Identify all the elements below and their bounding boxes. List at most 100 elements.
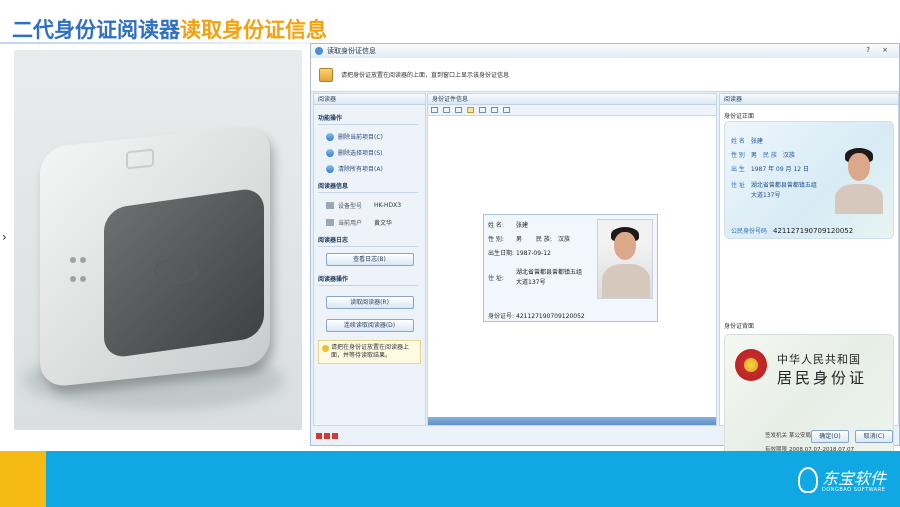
card-ethnicity: 汉族	[557, 236, 570, 243]
national-emblem-icon	[735, 349, 767, 381]
card-birth-label: 出生日期:	[488, 250, 515, 257]
card-address-line1: 湖北省曾都县曾都镇五组	[516, 269, 583, 276]
view-icon-2[interactable]	[443, 107, 450, 113]
clear-all-link[interactable]: 清除所有项目(A)	[326, 164, 425, 173]
card-name-row: 姓 名: 张建	[488, 220, 528, 229]
rfid-symbol-icon	[154, 258, 198, 284]
card-id-number: 421127190709120052	[516, 313, 585, 320]
view-icon-active[interactable]	[467, 107, 474, 113]
front-birth-row: 出 生 1987 年 09 月 12 日	[731, 164, 809, 173]
device-id-label: 设备型号	[338, 203, 363, 210]
front-address-line1: 湖北省曾都县曾都镇五组	[750, 182, 817, 189]
card-address-row: 住 址:	[488, 273, 516, 282]
front-ethnicity: 汉族	[782, 152, 795, 159]
function-section-heading: 功能操作	[318, 113, 418, 125]
front-name-key: 姓 名	[731, 138, 745, 145]
card-address-line2: 大道137号	[516, 279, 546, 286]
front-name-row: 姓 名张建	[731, 136, 763, 145]
front-ethnicity-key: 民 族	[762, 152, 777, 159]
brand-english: DONGBAO SOFTWARE	[822, 487, 886, 493]
delete-selected-label: 删除选择项目(S)	[338, 150, 383, 157]
window-titlebar: 读取身份证信息 ? ×	[311, 44, 899, 58]
window-title: 读取身份证信息	[327, 47, 376, 55]
front-gender-key: 性 别	[731, 152, 745, 159]
front-address-key: 住 址	[731, 182, 745, 189]
card-photo	[597, 219, 653, 299]
view-icon-7[interactable]	[503, 107, 510, 113]
front-label: 身份证正面	[724, 113, 755, 120]
back-label: 身份证背面	[724, 323, 755, 330]
app-icon	[315, 47, 323, 55]
current-user-label: 当前用户	[338, 220, 363, 227]
status-indicators	[316, 433, 338, 439]
device-id-value: HK-HDX3	[374, 202, 402, 209]
tip-box: 请把在身份证放置在阅读器上面，并等待读取结果。	[318, 340, 421, 364]
id-card-front: 姓 名张建 性 别男民 族汉族 出 生 1987 年 09 月 12 日 住 址湖…	[724, 121, 894, 239]
id-info-card[interactable]: 姓 名: 张建 性 别: 男民 族: 汉族 出生日期: 1987-09-12 住 址: …	[483, 214, 658, 322]
view-icon-6[interactable]	[491, 107, 498, 113]
middle-panel-header: 身份证件信息	[428, 94, 716, 105]
device-logo	[126, 148, 154, 170]
view-icon-5[interactable]	[479, 107, 486, 113]
reader-info-heading: 阅读器信息	[318, 181, 418, 193]
front-photo	[833, 142, 885, 214]
card-address-label: 住 址:	[488, 275, 504, 282]
device-leds	[68, 250, 98, 282]
device-icon	[326, 202, 334, 209]
card-ethnicity-label: 民 族:	[536, 236, 552, 243]
card-birth: 1987-09-12	[516, 250, 551, 257]
front-photo-shoulders	[835, 184, 883, 214]
footer-band-yellow	[0, 451, 46, 507]
brand-name: 东宝软件	[822, 469, 887, 488]
right-panel-header: 阅读器	[720, 94, 898, 105]
view-icon-3[interactable]	[455, 107, 462, 113]
log-heading: 阅读器日志	[318, 235, 418, 247]
back-title-country: 中华人民共和国	[777, 353, 861, 366]
clear-all-label: 清除所有项目(A)	[338, 166, 383, 173]
card-gender: 男	[516, 236, 523, 243]
globe-icon	[326, 164, 334, 173]
device-id-row: 设备型号 HK-HDX3	[326, 201, 425, 210]
card-id-row: 身份证号: 421127190709120052	[488, 311, 585, 320]
front-gender: 男	[750, 152, 757, 159]
view-log-button[interactable]: 查看日志(B)	[325, 253, 414, 266]
info-icon	[322, 345, 329, 352]
delete-current-label: 删除当前项目(C)	[338, 134, 383, 141]
front-birth-key: 出 生	[731, 166, 745, 173]
view-toolbar	[428, 105, 716, 116]
prev-slide-arrow-icon[interactable]: ›	[2, 230, 7, 244]
title-underline	[0, 42, 310, 44]
front-address-line2: 大道137号	[751, 192, 781, 199]
tip-text: 请把在身份证放置在阅读器上面，并等待读取结果。	[331, 344, 410, 359]
card-gender-label: 性 别:	[488, 236, 504, 243]
slide-title-part2: 读取身份证信息	[180, 18, 327, 42]
front-name: 张建	[750, 138, 763, 145]
card-id-label: 身份证号:	[488, 313, 515, 320]
delete-current-link[interactable]: 删除当前项目(C)	[326, 132, 425, 141]
app-window: 读取身份证信息 ? × 请把身份证放置在阅读器的上面，直到窗口上显示该身份证信息…	[310, 43, 900, 464]
right-panel: 阅读器 身份证正面 姓 名张建 性 别男民 族汉族 出 生 1987 年 09 月…	[719, 93, 899, 464]
read-button[interactable]: 读取阅读器(R)	[325, 296, 414, 309]
middle-panel: 身份证件信息 姓 名: 张建 性 别: 男 民 族: 汉族 出生日期: 1987-09-1…	[427, 93, 717, 426]
slide: 二代身份证阅读器读取身份证信息 › 读取身份证信息 ? × 请把身份证放置在阅读…	[0, 0, 900, 507]
back-authority: 某公安局	[789, 433, 812, 439]
slide-title: 二代身份证阅读器读取身份证信息	[12, 14, 327, 44]
left-panel: 阅读器 功能操作 删除当前项目(C) 删除选择项目(S) 清除所有项目(A) 阅…	[313, 93, 426, 426]
globe-icon	[326, 132, 334, 141]
cancel-button[interactable]: 取消(C)	[855, 430, 893, 443]
front-id-row: 公民身份号码 421127190709120052	[731, 226, 853, 235]
window-controls[interactable]: ? ×	[866, 46, 893, 54]
current-user-row: 当前用户 黄文华	[326, 218, 425, 227]
view-icon-1[interactable]	[431, 107, 438, 113]
continuous-read-button[interactable]: 连续读取阅读器(D)	[325, 319, 414, 332]
card-gender-row: 性 别: 男 民 族: 汉族	[488, 234, 570, 243]
front-gender-row: 性 别男民 族汉族	[731, 150, 795, 159]
delete-selected-link[interactable]: 删除选择项目(S)	[326, 148, 425, 157]
left-panel-header: 阅读器	[314, 94, 425, 105]
card-name: 张建	[516, 222, 529, 229]
horizontal-scrollbar[interactable]	[428, 417, 716, 425]
card-name-label: 姓 名:	[488, 222, 504, 229]
brand-logo-icon	[798, 467, 818, 493]
back-authority-row: 签发机关 某公安局	[765, 431, 811, 439]
ok-button[interactable]: 确定(O)	[811, 430, 849, 443]
